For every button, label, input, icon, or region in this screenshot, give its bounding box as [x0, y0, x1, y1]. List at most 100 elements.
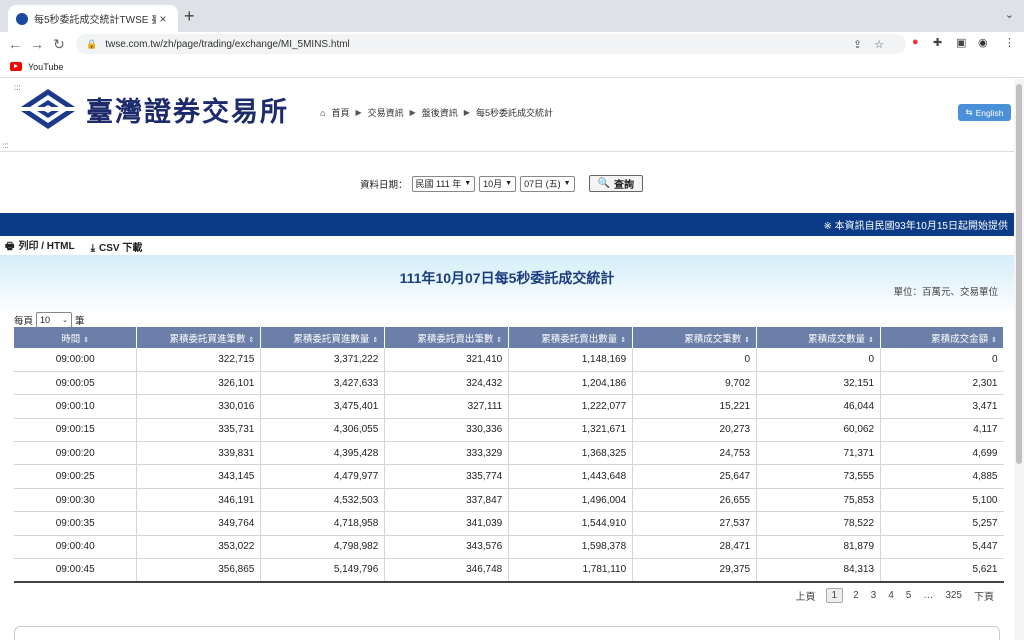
- sidepanel-icon[interactable]: ▣: [956, 36, 966, 49]
- logo-icon: [16, 89, 80, 129]
- value-cell: 5,100: [880, 488, 1004, 513]
- page-button-3[interactable]: 3: [869, 589, 879, 602]
- address-bar[interactable]: 🔒 twse.com.tw/zh/page/trading/exchange/M…: [76, 34, 906, 54]
- per-page-control: 每頁 10 ⌄ 筆: [14, 312, 85, 328]
- new-tab-button[interactable]: +: [184, 7, 195, 25]
- chevron-down-icon: ▼: [505, 180, 513, 187]
- value-cell: 0: [880, 348, 1004, 372]
- value-cell: 335,774: [384, 464, 510, 489]
- print-button[interactable]: 🖶 列印 / HTML: [5, 237, 75, 256]
- value-cell: 339,831: [136, 441, 262, 466]
- csv-label: CSV 下載: [98, 243, 143, 254]
- prev-page-button[interactable]: 上頁: [794, 587, 818, 604]
- value-cell: 60,062: [756, 418, 882, 443]
- page-button-1[interactable]: 1: [825, 588, 844, 603]
- value-cell: 26,655: [632, 488, 758, 513]
- column-header[interactable]: 累積成交筆數 ⇕: [632, 327, 758, 348]
- bottom-panel: [14, 626, 1000, 640]
- page-button-last[interactable]: 325: [943, 589, 964, 602]
- close-icon[interactable]: ×: [156, 12, 170, 26]
- triangle-right-icon: ▶: [409, 108, 416, 117]
- column-header-label: 累積成交筆數: [684, 333, 742, 345]
- column-header[interactable]: 累積委託賣出筆數 ⇕: [384, 327, 510, 348]
- value-cell: 3,471: [880, 394, 1004, 419]
- value-cell: 353,022: [136, 535, 262, 560]
- value-cell: 78,522: [756, 511, 882, 536]
- value-cell: 5,257: [880, 511, 1004, 536]
- column-header[interactable]: 累積成交金額 ⇕: [880, 327, 1004, 348]
- puzzle-icon[interactable]: ✚: [933, 36, 942, 49]
- page-button-4[interactable]: 4: [886, 589, 896, 602]
- scrollbar-thumb[interactable]: [1016, 84, 1022, 464]
- twse-logo[interactable]: 臺灣證券交易所: [16, 87, 289, 131]
- value-cell: 9,702: [632, 371, 758, 396]
- breadcrumb-trading[interactable]: 交易資訊: [368, 106, 404, 119]
- page-button-2[interactable]: 2: [851, 589, 861, 602]
- query-label: 查詢: [614, 180, 634, 191]
- value-cell: 81,879: [756, 535, 882, 560]
- column-header[interactable]: 累積委託買進筆數 ⇕: [136, 327, 262, 348]
- year-select[interactable]: 民國 111 年 ▼: [411, 175, 476, 192]
- value-cell: 4,306,055: [260, 418, 386, 443]
- sort-icon: ⇕: [496, 336, 503, 344]
- value-cell: 0: [756, 348, 882, 372]
- value-cell: 330,336: [384, 418, 510, 443]
- breadcrumb-home[interactable]: 首頁: [331, 106, 349, 119]
- menu-icon[interactable]: ⋮: [1004, 36, 1015, 49]
- column-header[interactable]: 累積委託賣出數量 ⇕: [508, 327, 634, 348]
- sort-icon: ⇕: [868, 336, 875, 344]
- value-cell: 337,847: [384, 488, 510, 513]
- forward-icon[interactable]: →: [26, 36, 48, 52]
- youtube-icon: [10, 62, 22, 71]
- browser-tab[interactable]: 每5秒委託成交統計TWSE 臺灣證 ×: [8, 5, 178, 32]
- per-page-value: 10: [40, 315, 51, 325]
- value-cell: 71,371: [756, 441, 882, 466]
- url-text: twse.com.tw/zh/page/trading/exchange/MI_…: [105, 38, 350, 50]
- breadcrumb: ⌂ 首頁 ▶ 交易資訊 ▶ 盤後資訊 ▶ 每5秒委託成交統計: [320, 106, 553, 119]
- chevron-down-icon[interactable]: ⌄: [1005, 8, 1014, 21]
- search-icon: 🔍: [597, 178, 610, 189]
- value-cell: 32,151: [756, 371, 882, 396]
- value-cell: 29,375: [632, 558, 758, 583]
- chevron-down-icon: ⌄: [62, 317, 69, 324]
- per-page-prefix: 每頁: [14, 316, 34, 327]
- time-cell: 09:00:00: [14, 348, 138, 372]
- printer-icon: 🖶: [5, 241, 15, 252]
- avatar[interactable]: ◉: [978, 36, 988, 49]
- english-button[interactable]: ⇆ English: [958, 104, 1011, 121]
- column-header-label: 累積委託買進數量: [293, 333, 370, 345]
- per-page-suffix: 筆: [75, 316, 85, 327]
- value-cell: 15,221: [632, 394, 758, 419]
- year-value: 民國 111 年: [415, 179, 462, 189]
- column-header[interactable]: 累積成交數量 ⇕: [756, 327, 882, 348]
- share-icon[interactable]: ⇪☆: [853, 38, 896, 51]
- value-cell: 349,764: [136, 511, 262, 536]
- value-cell: 333,329: [384, 441, 510, 466]
- day-select[interactable]: 07日 (五) ▼: [520, 175, 575, 192]
- extension-icon[interactable]: ●: [912, 36, 919, 48]
- csv-button[interactable]: ⤓ CSV 下載: [91, 239, 143, 254]
- lock-icon: 🔒: [86, 38, 98, 49]
- per-page-select[interactable]: 10 ⌄: [36, 312, 73, 328]
- column-header[interactable]: 累積委託買進數量 ⇕: [260, 327, 386, 348]
- bookmark-youtube[interactable]: YouTube: [28, 62, 63, 72]
- query-button[interactable]: 🔍 查詢: [588, 175, 643, 192]
- page-ellipsis: …: [923, 590, 934, 601]
- time-cell: 09:00:40: [14, 535, 138, 560]
- month-select[interactable]: 10月 ▼: [479, 175, 517, 192]
- table-row: 09:00:10 330,016 3,475,401 327,111 1,222,077…: [14, 394, 1004, 419]
- filter-panel: 資料日期： 民國 111 年 ▼ 10月 ▼ 07日 (五) ▼ 🔍 查詢: [0, 151, 1014, 213]
- value-cell: 324,432: [384, 371, 510, 396]
- sort-icon: ⇕: [620, 336, 627, 344]
- sort-icon: ⇕: [248, 336, 255, 344]
- back-icon[interactable]: ←: [4, 36, 26, 52]
- next-page-button[interactable]: 下頁: [972, 587, 996, 604]
- download-icon: ⤓: [90, 243, 95, 254]
- page-button-5[interactable]: 5: [904, 589, 914, 602]
- value-cell: 1,204,186: [508, 371, 634, 396]
- breadcrumb-after-hours[interactable]: 盤後資訊: [422, 106, 458, 119]
- column-header[interactable]: 時間 ⇕: [14, 327, 138, 348]
- value-cell: 27,537: [632, 511, 758, 536]
- value-cell: 5,149,796: [260, 558, 386, 583]
- reload-icon[interactable]: ↻: [48, 36, 70, 53]
